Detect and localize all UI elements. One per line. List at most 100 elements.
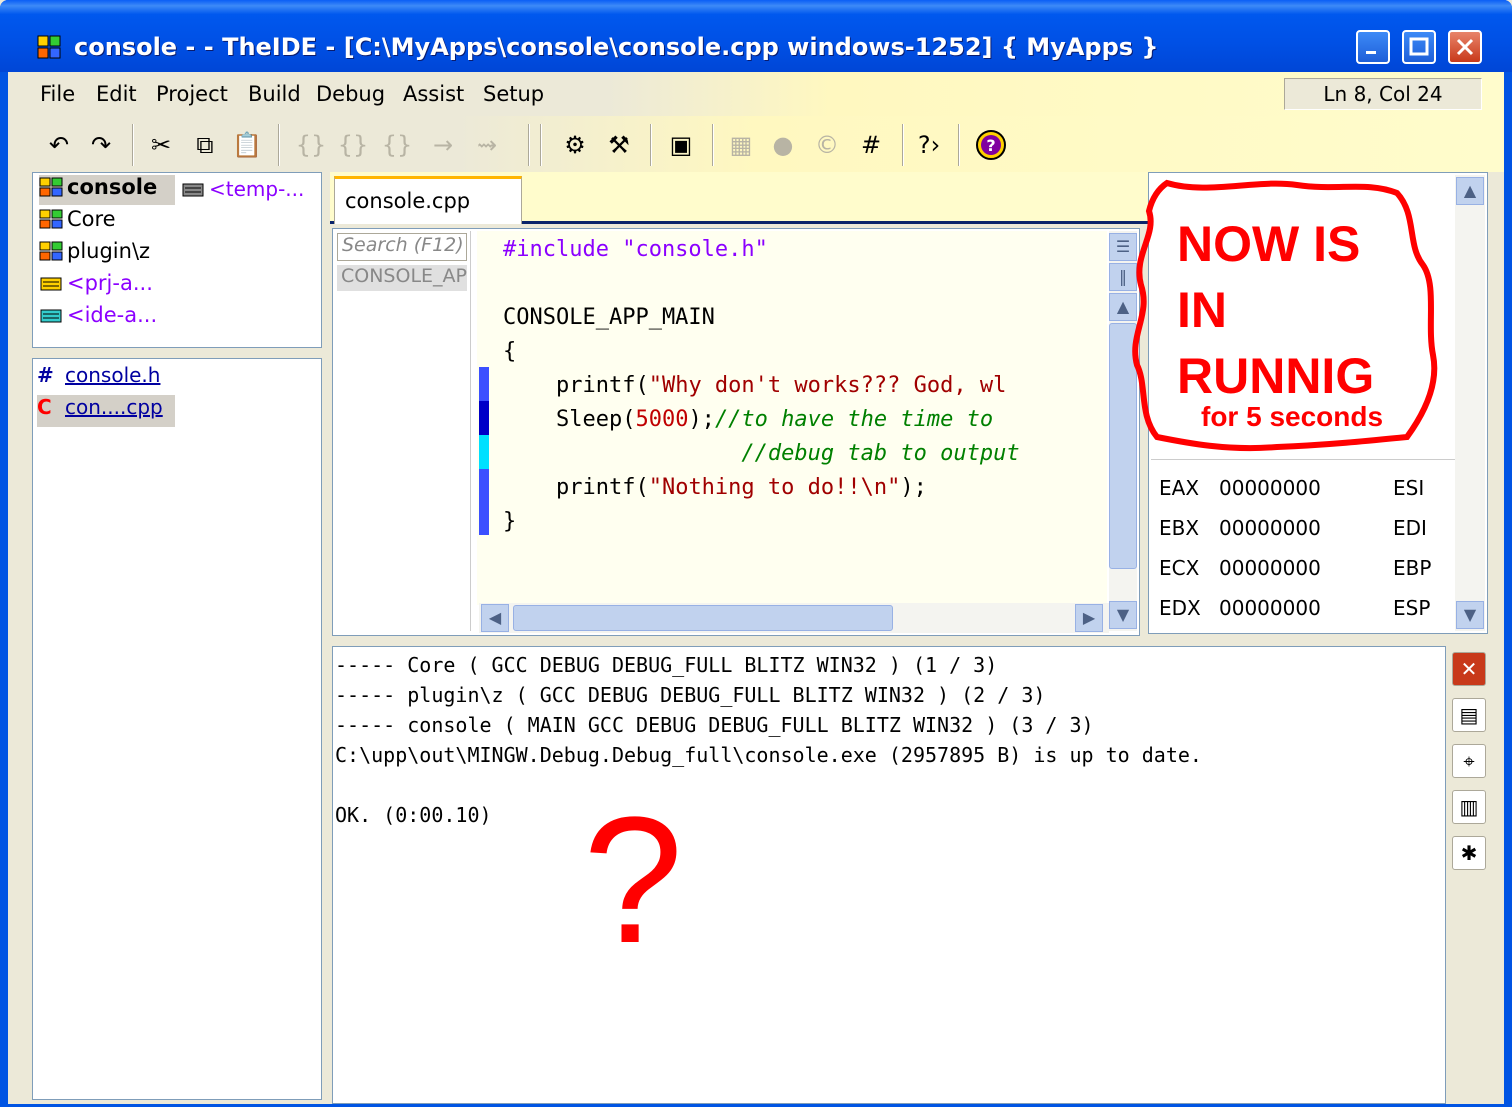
debug-scrollbar[interactable]: ▲ ▼: [1455, 175, 1485, 631]
close-output-icon[interactable]: ✕: [1452, 652, 1486, 686]
annotation-text: RUNNIG: [1177, 348, 1375, 404]
package-label: Core: [67, 207, 116, 231]
copy-icon[interactable]: ⧉: [188, 128, 222, 162]
debug-pane: NOW IS IN RUNNIG for 5 seconds EAX 000000…: [1132, 172, 1488, 634]
build-icon[interactable]: ⚙: [558, 128, 592, 162]
cut-icon[interactable]: ✂: [144, 128, 178, 162]
menu-file[interactable]: File: [40, 82, 75, 106]
code-line: //debug tab to output: [503, 441, 1020, 466]
calculator-icon[interactable]: ▥: [1452, 790, 1486, 824]
package-label: <ide-a...: [67, 303, 158, 327]
register-row: EBX 00000000 EDI: [1159, 516, 1427, 540]
output-line: OK. (0:00.10): [335, 803, 492, 827]
menu-bar: File Edit Project Build Debug Assist Set…: [8, 72, 1504, 116]
console-log-icon[interactable]: ▤: [1452, 698, 1486, 732]
register-row: ECX 00000000 EBP: [1159, 556, 1432, 580]
annotation-text: for 5 seconds: [1201, 401, 1384, 432]
question-mark-annotation: ?: [583, 780, 684, 981]
menu-debug[interactable]: Debug: [316, 82, 385, 106]
package-core[interactable]: Core: [39, 207, 116, 237]
register-panel: EAX 00000000 ESI EBX 00000000 EDI ECX 0000000…: [1151, 459, 1455, 633]
maximize-button[interactable]: [1402, 30, 1436, 64]
minimize-button[interactable]: [1356, 30, 1390, 64]
run-icon[interactable]: ▣: [664, 128, 698, 162]
folder-icon: [40, 309, 62, 323]
editor-tab-bar: console.cpp: [330, 172, 1148, 224]
navigator-search-input[interactable]: Search (F12): [337, 233, 467, 261]
find-results-icon[interactable]: ⌖: [1452, 744, 1486, 778]
scroll-right-icon[interactable]: ▶: [1075, 604, 1103, 632]
menu-edit[interactable]: Edit: [96, 82, 137, 106]
scroll-up-icon[interactable]: ▲: [1456, 177, 1484, 205]
code-line: }: [503, 509, 517, 534]
toolbar-separator: [958, 124, 960, 166]
change-marker: [479, 401, 489, 435]
run-to-icon[interactable]: →: [426, 128, 460, 162]
package-plugin-z[interactable]: plugin\z: [39, 239, 150, 269]
redo-icon[interactable]: ↷: [84, 128, 118, 162]
toolbar-separator: [278, 124, 280, 166]
menu-project[interactable]: Project: [156, 82, 228, 106]
horizontal-scroll-thumb[interactable]: [513, 605, 893, 631]
package-label: <temp-...: [209, 177, 305, 201]
package-label: <prj-a...: [67, 271, 153, 295]
file-console-cpp[interactable]: Ccon....cpp: [37, 395, 175, 427]
package-icon: [39, 177, 63, 197]
hash-icon[interactable]: #: [854, 128, 888, 162]
toolbar-separator: [132, 124, 134, 166]
client-area: File Edit Project Build Debug Assist Set…: [8, 72, 1504, 1104]
output-line: ----- plugin\z ( GCC DEBUG DEBUG_FULL BL…: [335, 683, 1046, 707]
close-button[interactable]: [1448, 30, 1482, 64]
package-temp-aux[interactable]: <temp-...: [181, 177, 304, 201]
navigator-pane: Search (F12) CONSOLE_APP: [335, 231, 471, 631]
output-side-toolbar: ✕ ▤ ⌖ ▥ ✱: [1448, 646, 1488, 1104]
file-list: # console.h Ccon....cpp: [32, 358, 322, 1100]
folder-icon: [182, 183, 204, 197]
step-out-icon[interactable]: {}: [380, 128, 414, 162]
step-over-icon[interactable]: {}: [336, 128, 370, 162]
undo-icon[interactable]: ↶: [42, 128, 76, 162]
toolbar-separator: [540, 124, 542, 166]
navigator-item[interactable]: CONSOLE_APP: [337, 265, 467, 291]
package-ide-aux[interactable]: <ide-a...: [39, 303, 157, 333]
annotation-text: IN: [1177, 282, 1227, 338]
output-line: ----- Core ( GCC DEBUG DEBUG_FULL BLITZ …: [335, 653, 998, 677]
scroll-down-icon[interactable]: ▼: [1456, 601, 1484, 629]
package-label: plugin\z: [67, 239, 151, 263]
title-bar[interactable]: console - - TheIDE - [C:\MyApps\console\…: [0, 0, 1512, 72]
register-row: EAX 00000000 ESI: [1159, 476, 1425, 500]
menu-build[interactable]: Build: [248, 82, 301, 106]
app-icon: [37, 35, 61, 59]
code-line: #include "console.h": [503, 237, 768, 262]
code-area[interactable]: #include "console.h" CONSOLE_APP_MAIN { …: [477, 231, 1107, 605]
toolbar-separator: [902, 124, 904, 166]
code-editor: Search (F12) CONSOLE_APP #include "conso…: [332, 228, 1140, 636]
copyright-icon[interactable]: ©: [810, 128, 844, 162]
output-line: C:\upp\out\MINGW.Debug.Debug_full\consol…: [335, 743, 1202, 767]
output-console[interactable]: ----- Core ( GCC DEBUG DEBUG_FULL BLITZ …: [332, 646, 1446, 1104]
step-into-icon[interactable]: {}: [294, 128, 328, 162]
change-marker: [479, 469, 489, 535]
scroll-down-icon[interactable]: ▼: [1109, 601, 1137, 629]
debug-bug-icon[interactable]: ✱: [1452, 836, 1486, 870]
header-file-icon: #: [37, 363, 54, 387]
calendar-icon[interactable]: ▦: [724, 128, 758, 162]
help-icon[interactable]: ?: [974, 128, 1008, 162]
rebuild-icon[interactable]: ⚒: [602, 128, 636, 162]
menu-setup[interactable]: Setup: [483, 82, 544, 106]
tab-console-cpp[interactable]: console.cpp: [334, 176, 522, 224]
bomb-icon[interactable]: ●: [766, 128, 800, 162]
code-line: {: [503, 339, 517, 364]
horizontal-scrollbar[interactable]: ◀ ▶: [479, 603, 1109, 633]
assist-icon[interactable]: ?›: [912, 128, 946, 162]
menu-assist[interactable]: Assist: [403, 82, 464, 106]
paste-icon[interactable]: 📋: [230, 128, 264, 162]
package-console[interactable]: console: [39, 175, 175, 205]
file-console-h[interactable]: # console.h: [37, 363, 160, 395]
change-marker: [479, 367, 489, 401]
package-prj-aux[interactable]: <prj-a...: [39, 271, 153, 301]
code-line: Sleep(5000);//to have the time to: [503, 407, 994, 432]
stop-debug-icon[interactable]: ⇝: [470, 128, 504, 162]
scroll-left-icon[interactable]: ◀: [481, 604, 509, 632]
code-line: printf("Nothing to do!!\n");: [503, 475, 927, 500]
